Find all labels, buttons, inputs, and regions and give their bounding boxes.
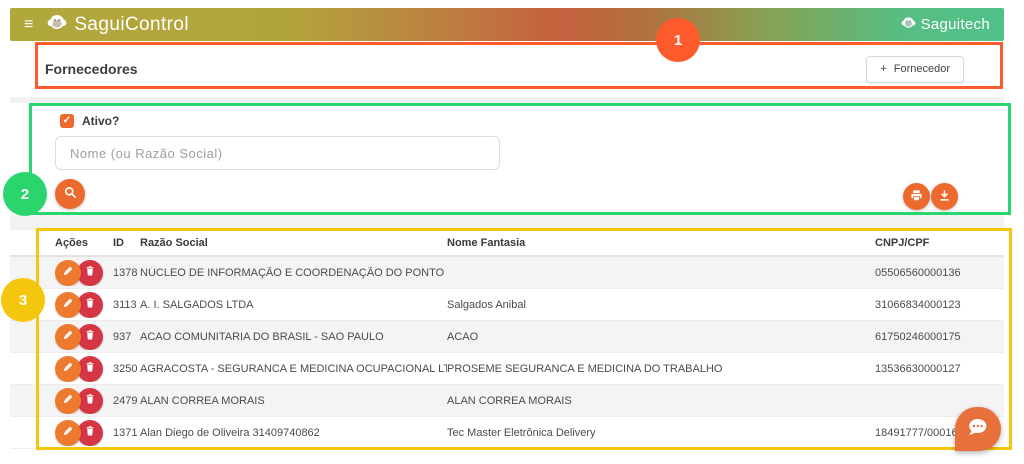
search-button[interactable] bbox=[55, 179, 85, 209]
row-cnpj-cpf: 61750246000175 bbox=[875, 331, 1004, 343]
edit-row-button[interactable] bbox=[55, 292, 81, 318]
column-header-nome-fantasia: Nome Fantasia bbox=[447, 237, 875, 249]
monkey-brand-icon bbox=[901, 15, 916, 34]
row-razao-social: Alan Diego de Oliveira 31409740862 bbox=[140, 427, 447, 439]
row-id: 3113 bbox=[113, 299, 140, 311]
add-fornecedor-button[interactable]: + Fornecedor bbox=[866, 56, 964, 83]
app-logo: SaguiControl bbox=[47, 12, 189, 38]
row-razao-social: NÚCLEO DE INFORMAÇÃO E COORDENAÇÃO DO PO… bbox=[140, 267, 447, 279]
pencil-icon bbox=[62, 393, 74, 408]
row-id: 1371 bbox=[113, 427, 140, 439]
pencil-icon bbox=[62, 361, 74, 376]
active-checkbox[interactable]: ✓ bbox=[60, 114, 74, 128]
row-actions bbox=[55, 324, 113, 350]
table-row: 1378 NÚCLEO DE INFORMAÇÃO E COORDENAÇÃO … bbox=[10, 257, 1004, 289]
row-nome-fantasia: ALAN CORREA MORAIS bbox=[447, 395, 875, 407]
brand-badge: Saguitech bbox=[901, 15, 990, 34]
chat-button[interactable] bbox=[955, 407, 1001, 451]
row-nome-fantasia: PROSEME SEGURANCA E MEDICINA DO TRABALHO bbox=[447, 363, 875, 375]
edit-row-button[interactable] bbox=[55, 324, 81, 350]
table-row: 1371 Alan Diego de Oliveira 31409740862 … bbox=[10, 417, 1004, 449]
monkey-logo-icon bbox=[47, 12, 67, 38]
row-id: 3250 bbox=[113, 363, 140, 375]
app-window: ≡ SaguiControl Saguitech Fornecedores + … bbox=[0, 0, 1024, 464]
search-icon bbox=[63, 185, 78, 203]
name-search-input[interactable] bbox=[55, 136, 500, 170]
edit-row-button[interactable] bbox=[55, 420, 81, 446]
pencil-icon bbox=[62, 329, 74, 344]
row-id: 937 bbox=[113, 331, 140, 343]
row-id: 1378 bbox=[113, 267, 140, 279]
row-id: 2479 bbox=[113, 395, 140, 407]
row-nome-fantasia: Salgados Anibal bbox=[447, 299, 875, 311]
row-razao-social: ACAO COMUNITARIA DO BRASIL - SAO PAULO bbox=[140, 331, 447, 343]
row-actions bbox=[55, 420, 113, 446]
row-razao-social: ALAN CORREA MORAIS bbox=[140, 395, 447, 407]
filter-panel: ✓ Ativo? bbox=[10, 103, 1004, 215]
row-cnpj-cpf: 13536630000127 bbox=[875, 363, 1004, 375]
app-title: SaguiControl bbox=[74, 14, 189, 36]
plus-icon: + bbox=[880, 63, 886, 75]
row-razao-social: AGRACOSTA - SEGURANCA E MEDICINA OCUPACI… bbox=[140, 363, 447, 375]
add-fornecedor-label: Fornecedor bbox=[894, 63, 950, 75]
row-razao-social: A. I. SALGADOS LTDA bbox=[140, 299, 447, 311]
app-header: ≡ SaguiControl Saguitech bbox=[10, 8, 1004, 41]
edit-row-button[interactable] bbox=[55, 388, 81, 414]
table-row: 3250 AGRACOSTA - SEGURANCA E MEDICINA OC… bbox=[10, 353, 1004, 385]
row-actions bbox=[55, 260, 113, 286]
pencil-icon bbox=[62, 425, 74, 440]
row-nome-fantasia: Tec Master Eletrônica Delivery bbox=[447, 427, 875, 439]
table-row: 3113 A. I. SALGADOS LTDA Salgados Anibal… bbox=[10, 289, 1004, 321]
column-header-id: ID bbox=[113, 237, 140, 249]
pencil-icon bbox=[62, 265, 74, 280]
active-filter[interactable]: ✓ Ativo? bbox=[60, 114, 119, 128]
edit-row-button[interactable] bbox=[55, 260, 81, 286]
row-nome-fantasia: ACAO bbox=[447, 331, 875, 343]
table-body: 1378 NÚCLEO DE INFORMAÇÃO E COORDENAÇÃO … bbox=[10, 257, 1004, 449]
row-actions bbox=[55, 356, 113, 382]
page-toolbar: Fornecedores + Fornecedor bbox=[10, 41, 1004, 97]
download-icon bbox=[938, 189, 951, 205]
table-row: 2479 ALAN CORREA MORAIS ALAN CORREA MORA… bbox=[10, 385, 1004, 417]
trash-icon bbox=[84, 425, 96, 440]
trash-icon bbox=[84, 297, 96, 312]
column-header-razao-social: Razão Social bbox=[140, 237, 447, 249]
chat-bubble-icon bbox=[966, 416, 990, 443]
row-cnpj-cpf: 31066834000123 bbox=[875, 299, 1004, 311]
edit-row-button[interactable] bbox=[55, 356, 81, 382]
page-title: Fornecedores bbox=[45, 61, 138, 77]
table-row: 937 ACAO COMUNITARIA DO BRASIL - SAO PAU… bbox=[10, 321, 1004, 353]
row-cnpj-cpf: 05506560000136 bbox=[875, 267, 1004, 279]
trash-icon bbox=[84, 361, 96, 376]
menu-icon[interactable]: ≡ bbox=[24, 17, 33, 33]
fornecedores-table: Ações ID Razão Social Nome Fantasia CNPJ… bbox=[10, 230, 1004, 464]
brand-name: Saguitech bbox=[921, 16, 990, 33]
page-background-band bbox=[10, 215, 1004, 230]
printer-icon bbox=[910, 189, 923, 205]
column-header-acoes: Ações bbox=[55, 237, 113, 249]
trash-icon bbox=[84, 265, 96, 280]
trash-icon bbox=[84, 393, 96, 408]
check-icon: ✓ bbox=[63, 116, 71, 126]
active-checkbox-label: Ativo? bbox=[82, 114, 119, 128]
pencil-icon bbox=[62, 297, 74, 312]
trash-icon bbox=[84, 329, 96, 344]
download-button[interactable] bbox=[931, 183, 958, 210]
print-button[interactable] bbox=[903, 183, 930, 210]
column-header-cnpj-cpf: CNPJ/CPF bbox=[875, 237, 1004, 249]
row-actions bbox=[55, 388, 113, 414]
table-header-row: Ações ID Razão Social Nome Fantasia CNPJ… bbox=[10, 230, 1004, 257]
row-actions bbox=[55, 292, 113, 318]
